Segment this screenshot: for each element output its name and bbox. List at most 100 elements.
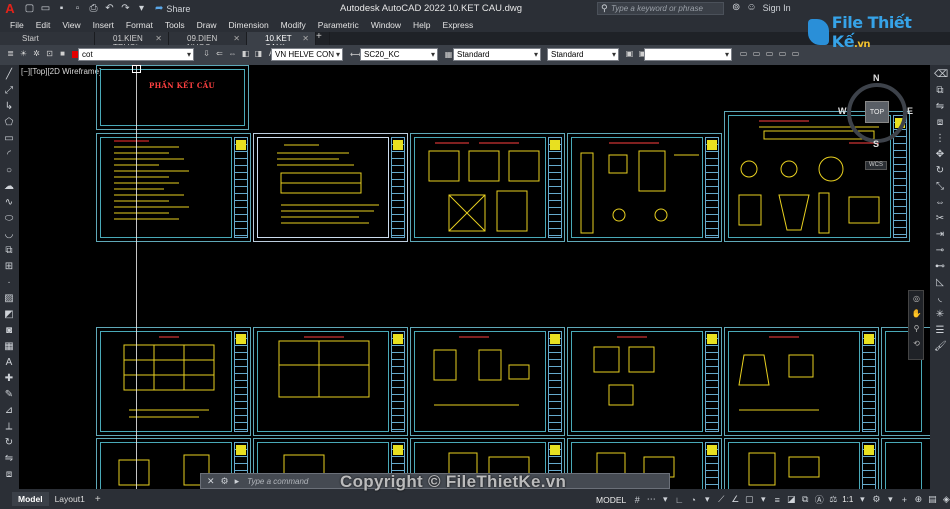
dim-style-select[interactable]: SC20_KC (360, 48, 438, 61)
join-icon[interactable]: ⊷ (934, 261, 946, 273)
scale-icon[interactable]: ⤡ (934, 181, 946, 193)
table-style-icon[interactable]: ▦ (444, 50, 453, 59)
toolbar-icon[interactable]: ▭ (778, 49, 787, 58)
gradient-icon[interactable]: ◩ (3, 309, 15, 321)
properties-icon[interactable]: ☰ (934, 325, 946, 337)
toolbar-icon[interactable]: ▭ (739, 49, 748, 58)
move-icon[interactable]: ✥ (934, 149, 946, 161)
erase-icon[interactable]: ⌫ (934, 69, 948, 81)
circle-icon[interactable]: ○ (3, 165, 15, 177)
menu-help[interactable]: Help (413, 20, 430, 30)
region-icon[interactable]: ◙ (3, 325, 15, 337)
autocad-logo-icon[interactable]: A (2, 1, 18, 16)
tab-dien-nuoc[interactable]: 09.DIEN NUOC✕ (169, 32, 247, 52)
object-snap-icon[interactable]: ▢ (744, 494, 754, 505)
transparency-icon[interactable]: ◪ (786, 494, 796, 505)
snap-icon[interactable]: ⋯ (646, 494, 656, 505)
close-icon[interactable]: ✕ (302, 34, 309, 45)
layer-on-icon[interactable]: ☀ (19, 49, 28, 58)
layer-previous-icon[interactable]: ⇐ (215, 49, 224, 58)
tab-layout1[interactable]: Layout1 (49, 492, 91, 506)
quick-properties-icon[interactable]: ▤ (927, 494, 937, 505)
toolbar-icon[interactable]: ▭ (752, 49, 761, 58)
search-input[interactable]: ⚲ Type a keyword or phrase (597, 2, 724, 15)
rotate-icon[interactable]: ↻ (3, 437, 15, 449)
match-properties-icon[interactable]: 🖌 (934, 341, 947, 353)
compass-east[interactable]: E (907, 106, 913, 116)
menu-draw[interactable]: Draw (197, 20, 217, 30)
menu-window[interactable]: Window (371, 20, 401, 30)
object-snap-tracking-icon[interactable]: ∠ (730, 494, 740, 505)
table-icon[interactable]: ▦ (3, 341, 15, 353)
close-icon[interactable]: ✕ (233, 34, 240, 45)
polygon-icon[interactable]: ⬠ (3, 117, 15, 129)
arc-icon[interactable]: ◜ (3, 149, 15, 161)
redo-icon[interactable]: ↷ (120, 3, 131, 14)
layer-isolate-icon[interactable]: ◧ (241, 49, 250, 58)
scale-menu-icon[interactable]: ▾ (857, 494, 867, 505)
ellipse-icon[interactable]: ⬭ (3, 213, 15, 225)
trim-icon[interactable]: ✂ (934, 213, 946, 225)
wcs-menu[interactable]: WCS (865, 161, 887, 170)
toolbar-icon[interactable]: ▣ (625, 49, 634, 58)
insert-block-icon[interactable]: ⧉ (3, 245, 15, 257)
make-current-icon[interactable]: ⇩ (202, 49, 211, 58)
save-as-icon[interactable]: ▫ (72, 3, 83, 14)
spline-icon[interactable]: ∿ (3, 197, 15, 209)
units-icon[interactable]: ⊕ (913, 494, 923, 505)
annotation-visibility-icon[interactable]: Ⓐ (814, 493, 824, 506)
point-icon[interactable]: · (3, 277, 15, 289)
layer-match-icon[interactable]: ⇔ (228, 49, 237, 58)
menu-file[interactable]: File (10, 20, 24, 30)
break-icon[interactable]: ⊸ (934, 245, 946, 257)
explode-icon[interactable]: ✳ (934, 309, 946, 321)
tab-ket-cau[interactable]: 10.KET CAU*✕ (247, 32, 316, 52)
share-button[interactable]: ➦ Share (155, 3, 190, 14)
table-style-select[interactable]: Standard (453, 48, 541, 61)
model-space-toggle[interactable]: MODEL (596, 495, 626, 505)
workspace-gear-icon[interactable]: ⚙ (871, 494, 881, 505)
blank-select[interactable] (644, 48, 732, 61)
isolate-objects-icon[interactable]: ◈ (941, 494, 950, 505)
line-icon[interactable]: ╱ (3, 69, 15, 81)
new-file-icon[interactable]: ▢ (24, 3, 35, 14)
hatch-icon[interactable]: ▨ (3, 293, 15, 305)
grid-icon[interactable]: # (632, 495, 642, 505)
orbit-icon[interactable]: ⟲ (911, 339, 922, 348)
tab-kien-truc[interactable]: 01.KIEN TRUC*✕ (95, 32, 169, 52)
layer-freeze-icon[interactable]: ✲ (32, 49, 41, 58)
menu-parametric[interactable]: Parametric (318, 20, 359, 30)
auto-scale-icon[interactable]: ⚖ (828, 494, 838, 505)
drawing-viewport[interactable]: [−][Top][2D Wireframe] PHẦN KẾT CẤU TOP … (19, 65, 930, 489)
compass-north[interactable]: N (873, 73, 880, 83)
pan-icon[interactable]: ✋ (911, 309, 922, 318)
ortho-icon[interactable]: ∟ (674, 495, 684, 505)
command-input[interactable]: Type a command (247, 477, 308, 486)
annotation-monitor-icon[interactable]: + (899, 495, 909, 505)
tab-model[interactable]: Model (12, 492, 49, 506)
recent-commands-icon[interactable]: ▸ (235, 476, 240, 487)
layer-color-icon[interactable]: ■ (58, 49, 67, 58)
qat-dropdown-icon[interactable]: ▾ (136, 3, 147, 14)
dim-style-icon[interactable]: ⟷ (350, 50, 361, 59)
steering-wheel-icon[interactable]: ◎ (911, 294, 922, 303)
multileader-style-select[interactable]: Standard (547, 48, 619, 61)
zoom-icon[interactable]: ⚲ (911, 324, 922, 333)
polyline-icon[interactable]: ↳ (3, 101, 15, 113)
measure-icon[interactable]: ⟂ (3, 421, 15, 433)
make-block-icon[interactable]: ⊞ (3, 261, 15, 273)
pencil-icon[interactable]: ✎ (3, 389, 15, 401)
save-icon[interactable]: ▪ (56, 3, 67, 14)
menu-format[interactable]: Format (126, 20, 153, 30)
menu-dimension[interactable]: Dimension (229, 20, 269, 30)
viewcube[interactable]: TOP N S E W WCS (838, 73, 913, 170)
mtext-icon[interactable]: A (3, 357, 15, 369)
sign-in-button[interactable]: Sign In (763, 3, 791, 13)
fillet-icon[interactable]: ◟ (934, 293, 946, 305)
polar-icon[interactable]: ◔ (688, 495, 698, 505)
rotate-icon[interactable]: ↻ (934, 165, 946, 177)
chamfer-icon[interactable]: ◺ (934, 277, 946, 289)
user-icon[interactable]: ☺ (746, 2, 756, 13)
compass-west[interactable]: W (838, 106, 847, 116)
layer-properties-icon[interactable]: ≣ (6, 49, 15, 58)
